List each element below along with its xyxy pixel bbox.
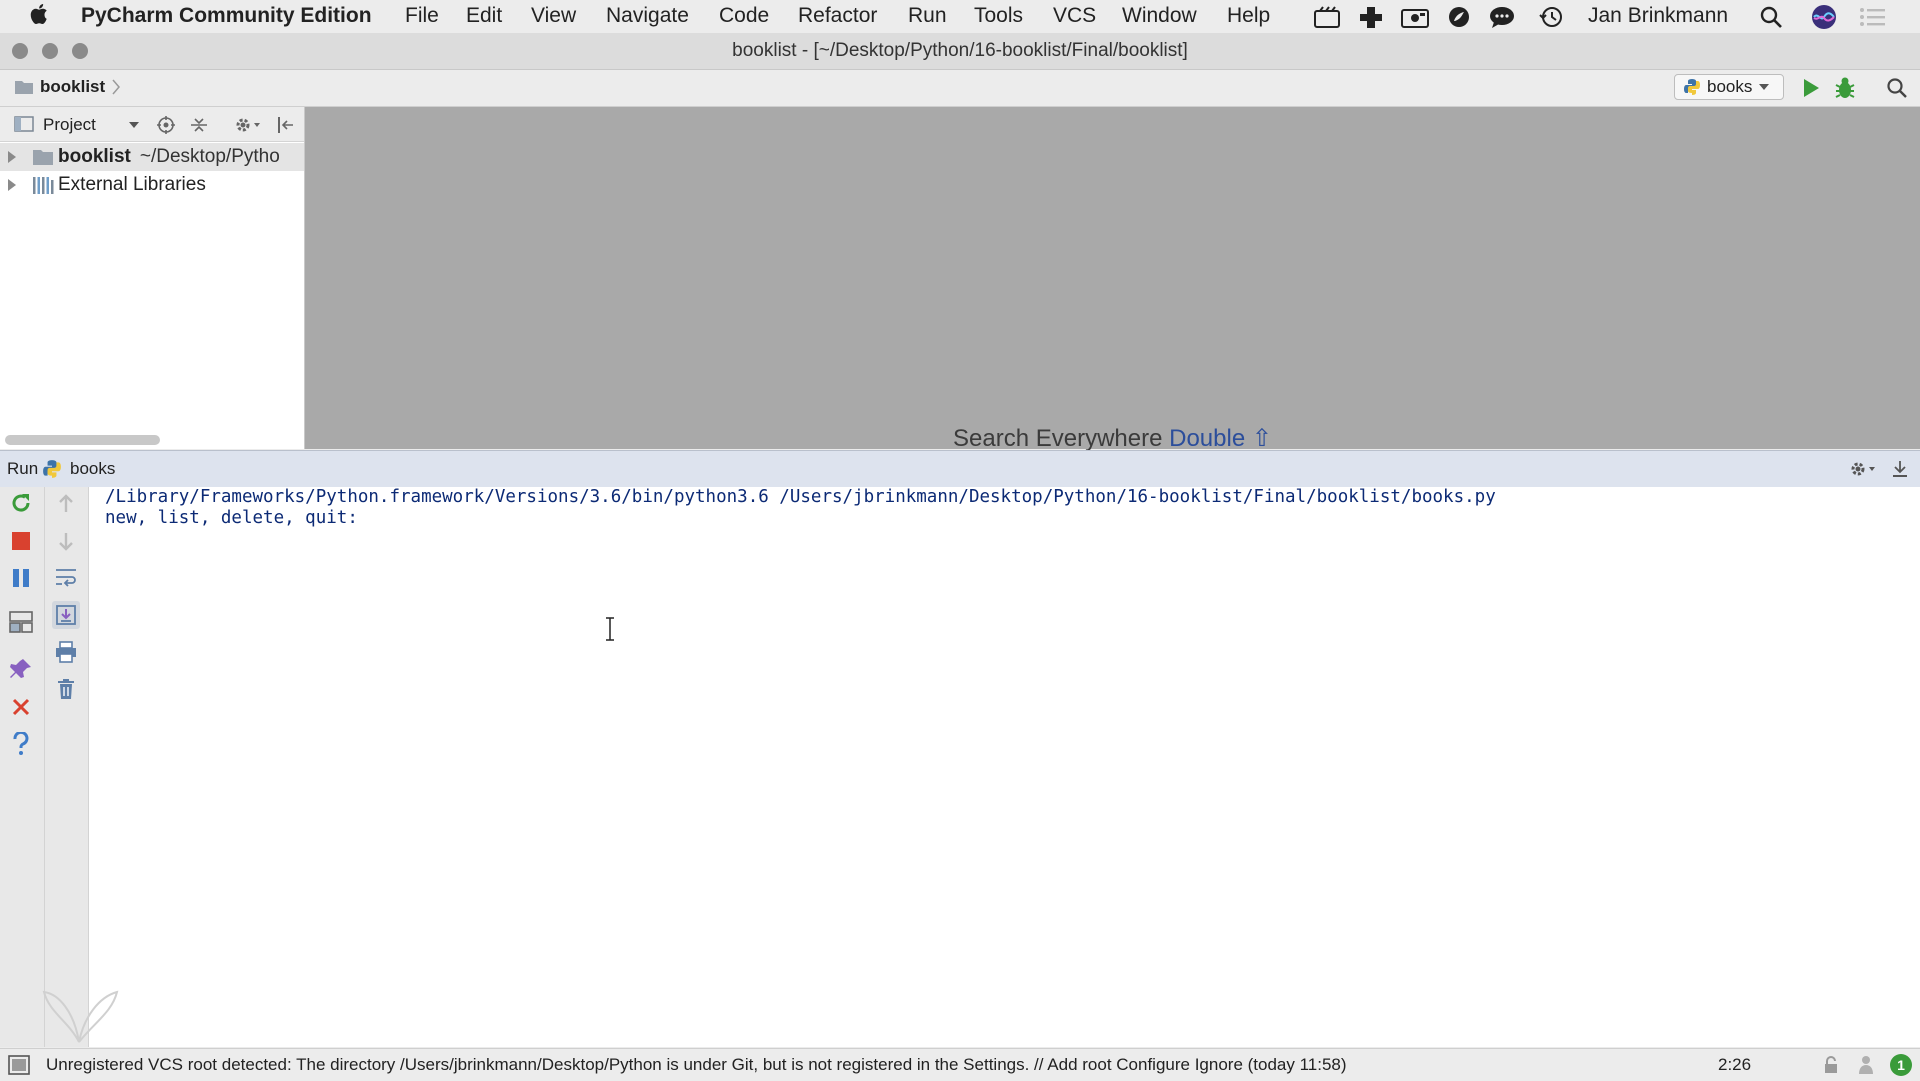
menu-refactor[interactable]: Refactor bbox=[798, 4, 877, 28]
tree-item-label: External Libraries bbox=[58, 174, 206, 195]
menu-file[interactable]: File bbox=[405, 4, 439, 28]
lock-icon[interactable] bbox=[1823, 1056, 1839, 1074]
status-message[interactable]: Unregistered VCS root detected: The dire… bbox=[46, 1055, 1347, 1075]
project-view-icon bbox=[14, 116, 34, 132]
up-arrow-icon[interactable] bbox=[52, 490, 80, 518]
run-label: Run bbox=[7, 459, 39, 478]
hint-shortcut: Double ⇧ bbox=[1169, 425, 1272, 452]
event-log-badge[interactable]: 1 bbox=[1890, 1054, 1912, 1076]
settings-gear-icon[interactable] bbox=[1848, 459, 1878, 479]
settings-gear-icon[interactable] bbox=[233, 115, 263, 135]
leaf-icon[interactable] bbox=[1447, 5, 1471, 29]
menu-bar: PyCharm Community Edition File Edit View… bbox=[0, 0, 1920, 32]
help-icon[interactable] bbox=[7, 730, 35, 758]
collapse-all-icon[interactable] bbox=[189, 115, 209, 135]
window-title-bar: booklist - [~/Desktop/Python/16-booklist… bbox=[0, 33, 1920, 70]
chevron-right-icon bbox=[111, 78, 121, 96]
folder-icon bbox=[14, 79, 34, 95]
app-menu[interactable]: PyCharm Community Edition bbox=[81, 4, 372, 28]
pause-icon[interactable] bbox=[7, 564, 35, 592]
time-machine-icon[interactable] bbox=[1538, 5, 1564, 29]
clear-all-icon[interactable] bbox=[52, 675, 80, 703]
run-toolbar-primary bbox=[0, 487, 45, 1047]
menu-window[interactable]: Window bbox=[1122, 4, 1197, 28]
chat-icon[interactable] bbox=[1488, 5, 1516, 29]
siri-icon[interactable] bbox=[1811, 4, 1837, 30]
spotlight-search-icon[interactable] bbox=[1759, 5, 1783, 29]
inspector-icon[interactable] bbox=[1857, 1055, 1875, 1075]
menu-navigate[interactable]: Navigate bbox=[606, 4, 689, 28]
chevron-down-icon bbox=[1758, 82, 1770, 92]
window-title: booklist - [~/Desktop/Python/16-booklist… bbox=[732, 40, 1188, 61]
hide-panel-icon[interactable] bbox=[1890, 459, 1910, 479]
menu-code[interactable]: Code bbox=[719, 4, 769, 28]
print-icon[interactable] bbox=[52, 638, 80, 666]
hide-panel-icon[interactable] bbox=[276, 115, 296, 135]
run-button[interactable] bbox=[1799, 76, 1823, 100]
apple-icon[interactable] bbox=[30, 2, 50, 26]
run-configuration-name: books bbox=[1707, 77, 1753, 96]
menu-edit[interactable]: Edit bbox=[466, 4, 502, 28]
status-bar: Unregistered VCS root detected: The dire… bbox=[0, 1048, 1920, 1081]
folder-icon bbox=[32, 148, 54, 166]
menu-tools[interactable]: Tools bbox=[974, 4, 1023, 28]
plus-cross-icon[interactable] bbox=[1358, 5, 1384, 29]
tree-item-label: booklist bbox=[58, 146, 131, 167]
menu-help[interactable]: Help bbox=[1227, 4, 1270, 28]
tree-item-path: ~/Desktop/Pytho bbox=[139, 146, 280, 167]
editor-area[interactable]: Search Everywhere Double ⇧ bbox=[305, 107, 1920, 452]
hint-text: Search Everywhere bbox=[953, 425, 1163, 452]
close-run-icon[interactable] bbox=[7, 693, 35, 721]
screen-recorder-icon[interactable] bbox=[1312, 5, 1342, 29]
navigation-bar: booklist books bbox=[0, 70, 1920, 107]
breadcrumb[interactable]: booklist bbox=[14, 77, 121, 97]
soft-wrap-icon[interactable] bbox=[52, 564, 80, 592]
notification-center-icon[interactable] bbox=[1859, 6, 1887, 28]
scroll-from-source-icon[interactable] bbox=[156, 115, 176, 135]
run-console[interactable]: /Library/Frameworks/Python.framework/Ver… bbox=[42, 487, 1920, 1047]
expand-arrow-icon[interactable] bbox=[6, 150, 18, 164]
console-line: new, list, delete, quit: bbox=[105, 508, 358, 528]
caret-position[interactable]: 2:26 bbox=[1718, 1055, 1751, 1075]
menu-run[interactable]: Run bbox=[908, 4, 947, 28]
horizontal-scrollbar[interactable] bbox=[5, 435, 160, 445]
python-icon bbox=[42, 459, 62, 479]
run-toolbar-secondary bbox=[45, 487, 89, 1047]
user-name[interactable]: Jan Brinkmann bbox=[1588, 4, 1728, 28]
stop-icon[interactable] bbox=[7, 527, 35, 555]
toggle-tool-windows-icon[interactable] bbox=[8, 1055, 30, 1075]
scroll-to-end-icon[interactable] bbox=[52, 601, 80, 629]
expand-arrow-icon[interactable] bbox=[6, 178, 18, 192]
run-configuration-selector[interactable]: books bbox=[1674, 74, 1784, 100]
run-tab-books[interactable]: books bbox=[70, 459, 115, 479]
breadcrumb-project[interactable]: booklist bbox=[40, 77, 105, 97]
empty-editor-hint: Search Everywhere Double ⇧ bbox=[305, 424, 1920, 453]
run-tool-window-header: Run books bbox=[0, 450, 1920, 488]
library-icon bbox=[32, 175, 54, 195]
debug-button[interactable] bbox=[1832, 75, 1858, 101]
camera-icon[interactable] bbox=[1400, 5, 1430, 29]
search-everywhere-icon[interactable] bbox=[1886, 77, 1908, 99]
tree-item-external-libraries[interactable]: External Libraries bbox=[0, 171, 304, 199]
pin-tab-icon[interactable] bbox=[7, 655, 35, 683]
menu-view[interactable]: View bbox=[531, 4, 576, 28]
project-header: Project bbox=[0, 107, 304, 142]
console-line: /Library/Frameworks/Python.framework/Ver… bbox=[105, 487, 1496, 507]
python-icon bbox=[1683, 78, 1701, 96]
text-cursor-icon bbox=[604, 617, 616, 641]
chevron-down-icon[interactable] bbox=[128, 120, 140, 130]
menu-vcs[interactable]: VCS bbox=[1053, 4, 1096, 28]
restore-layout-icon[interactable] bbox=[7, 608, 35, 636]
down-arrow-icon[interactable] bbox=[52, 527, 80, 555]
project-view-selector[interactable]: Project bbox=[43, 115, 96, 135]
tree-item-project-root[interactable]: booklist ~/Desktop/Pytho bbox=[0, 143, 304, 171]
rerun-icon[interactable] bbox=[7, 490, 35, 518]
watermark-butterfly-icon bbox=[39, 982, 119, 1048]
project-tool-window: Project booklist ~/Desktop/Pytho Externa… bbox=[0, 107, 305, 449]
